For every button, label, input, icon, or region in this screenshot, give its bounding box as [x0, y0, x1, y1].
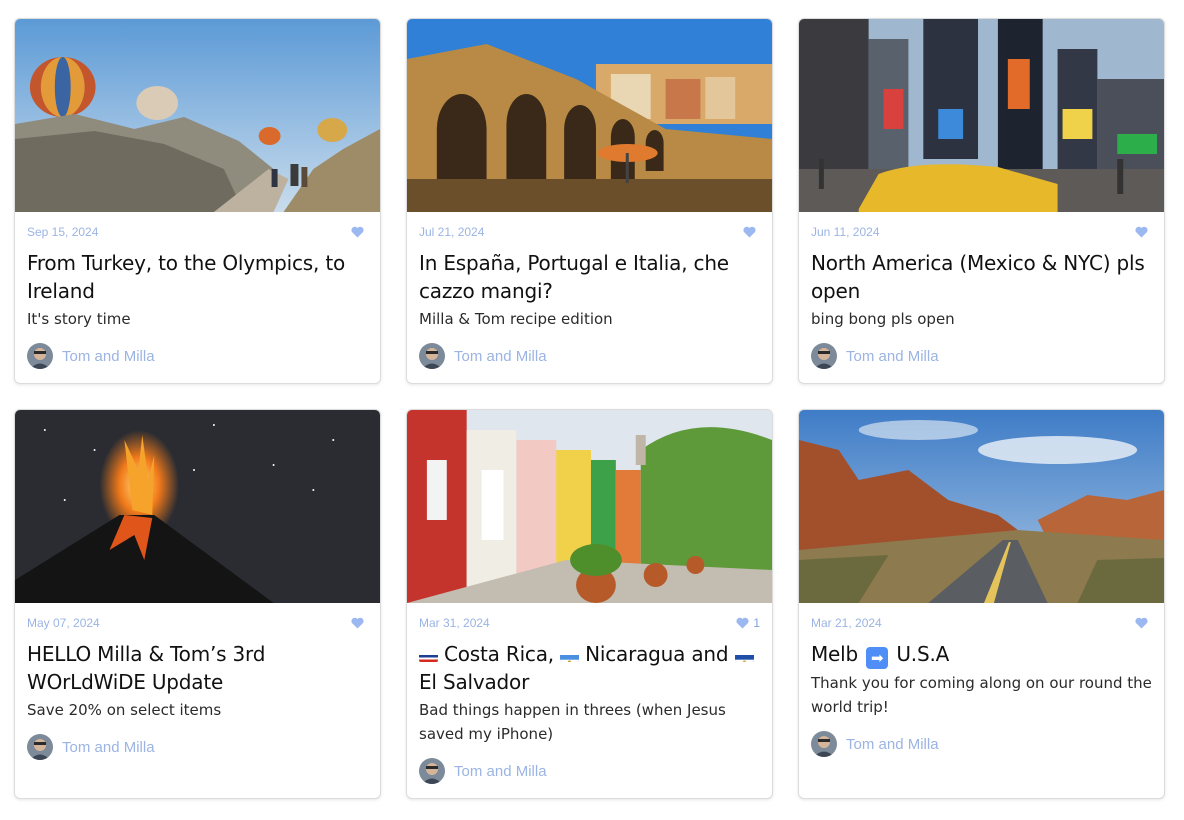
post-author[interactable]: Tom and Milla — [27, 343, 368, 369]
post-cover-image[interactable] — [407, 19, 772, 212]
author-name: Tom and Milla — [62, 347, 155, 365]
post-card[interactable]: Mar 21, 2024 Melb ➡ U.S.A Thank you for … — [798, 409, 1165, 799]
heart-icon — [1135, 617, 1148, 628]
post-cover-image[interactable] — [407, 410, 772, 603]
avatar — [419, 758, 445, 784]
like-button[interactable] — [351, 226, 368, 238]
nicaragua-flag-icon — [560, 648, 580, 662]
post-author[interactable]: Tom and Milla — [419, 343, 760, 369]
avatar — [419, 343, 445, 369]
title-text: El Salvador — [419, 670, 530, 694]
heart-icon — [351, 617, 364, 628]
post-title[interactable]: Costa Rica, Nicaragua and El Salvador — [419, 640, 760, 696]
el-salvador-flag-icon — [734, 648, 754, 662]
post-author[interactable]: Tom and Milla — [811, 731, 1152, 757]
post-author[interactable]: Tom and Milla — [811, 343, 1152, 369]
avatar — [27, 734, 53, 760]
post-title[interactable]: North America (Mexico & NYC) pls open — [811, 249, 1152, 305]
post-date: Jun 11, 2024 — [811, 224, 880, 239]
post-subtitle: bing bong pls open — [811, 310, 955, 328]
post-subtitle: Save 20% on select items — [27, 701, 222, 719]
like-button[interactable] — [743, 226, 760, 238]
post-subtitle: Thank you for coming along on our round … — [811, 674, 1152, 716]
title-text: Nicaragua and — [585, 642, 729, 666]
like-button[interactable] — [1135, 226, 1152, 238]
like-button[interactable] — [351, 617, 368, 629]
author-name: Tom and Milla — [846, 347, 939, 365]
title-text: U.S.A — [896, 642, 950, 666]
post-title[interactable]: In España, Portugal e Italia, che cazzo … — [419, 249, 760, 305]
title-text: Melb — [811, 642, 859, 666]
post-subtitle: Bad things happen in threes (when Jesus … — [419, 701, 726, 743]
avatar — [27, 343, 53, 369]
post-author[interactable]: Tom and Milla — [419, 758, 760, 784]
post-cover-image[interactable] — [799, 19, 1164, 212]
costa-rica-flag-icon — [419, 648, 438, 662]
post-date: May 07, 2024 — [27, 615, 100, 630]
avatar — [811, 731, 837, 757]
post-date: Jul 21, 2024 — [419, 224, 485, 239]
post-cover-image[interactable] — [799, 410, 1164, 603]
avatar — [811, 343, 837, 369]
heart-icon — [743, 226, 756, 237]
right-arrow-icon: ➡ — [866, 647, 889, 669]
post-title[interactable]: Melb ➡ U.S.A — [811, 640, 1152, 669]
heart-icon — [351, 226, 364, 237]
post-title[interactable]: HELLO Milla & Tom’s 3rd WOrLdWiDE Update — [27, 640, 368, 696]
like-count: 1 — [753, 615, 760, 630]
post-subtitle: It's story time — [27, 310, 131, 328]
heart-icon — [736, 617, 749, 628]
post-author[interactable]: Tom and Milla — [27, 734, 368, 760]
post-card[interactable]: May 07, 2024 HELLO Milla & Tom’s 3rd WOr… — [14, 409, 381, 799]
like-button[interactable] — [1135, 617, 1152, 629]
author-name: Tom and Milla — [454, 347, 547, 365]
like-button[interactable]: 1 — [736, 616, 760, 630]
post-title[interactable]: From Turkey, to the Olympics, to Ireland — [27, 249, 368, 305]
post-subtitle: Milla & Tom recipe edition — [419, 310, 613, 328]
post-cover-image[interactable] — [15, 410, 380, 603]
post-card[interactable]: Jun 11, 2024 North America (Mexico & NYC… — [798, 18, 1165, 384]
post-card[interactable]: Sep 15, 2024 From Turkey, to the Olympic… — [14, 18, 381, 384]
blog-post-grid: Sep 15, 2024 From Turkey, to the Olympic… — [0, 0, 1184, 820]
heart-icon — [1135, 226, 1148, 237]
title-text: Costa Rica, — [444, 642, 554, 666]
post-card[interactable]: Jul 21, 2024 In España, Portugal e Itali… — [406, 18, 773, 384]
post-date: Sep 15, 2024 — [27, 224, 99, 239]
post-cover-image[interactable] — [15, 19, 380, 212]
post-date: Mar 21, 2024 — [811, 615, 882, 630]
post-card[interactable]: Mar 31, 2024 1 Costa Rica, Nicaragua and… — [406, 409, 773, 799]
post-date: Mar 31, 2024 — [419, 615, 490, 630]
author-name: Tom and Milla — [454, 762, 547, 780]
author-name: Tom and Milla — [62, 738, 155, 756]
author-name: Tom and Milla — [846, 735, 939, 753]
